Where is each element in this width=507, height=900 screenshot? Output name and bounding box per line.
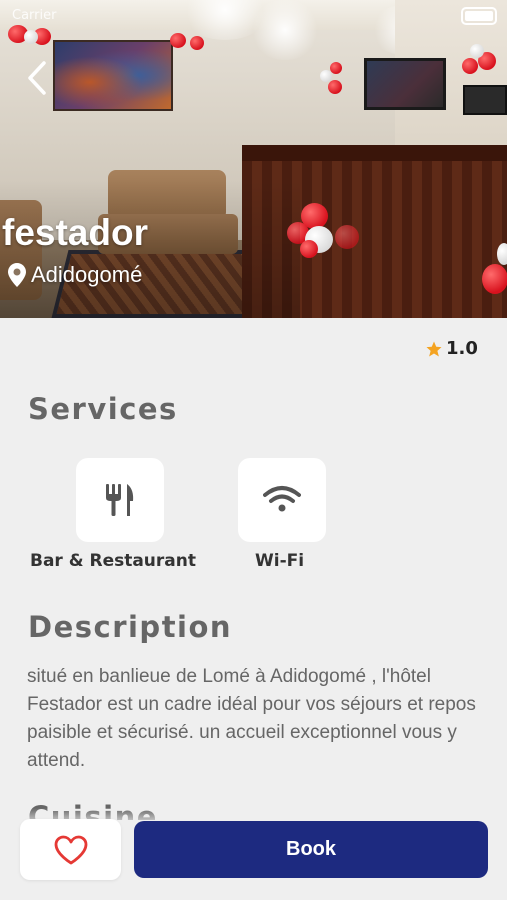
service-wifi[interactable]	[238, 458, 326, 542]
balloon	[328, 80, 342, 94]
status-carrier: Carrier	[12, 8, 57, 23]
hotel-rating: 1.0	[425, 338, 478, 359]
balloon	[300, 240, 318, 258]
hero-counter-top	[242, 145, 507, 161]
balloon	[330, 62, 342, 74]
fork-knife-icon	[106, 484, 134, 516]
balloon	[462, 58, 478, 74]
hero-panel	[463, 85, 507, 115]
back-button[interactable]	[22, 58, 52, 98]
hotel-location-label: Adidogomé	[31, 262, 143, 287]
balloon	[190, 36, 204, 50]
rating-value: 1.0	[446, 338, 478, 359]
service-label-wifi: Wi-Fi	[255, 551, 305, 571]
hero-tv	[364, 58, 446, 110]
description-text: situé en banlieue de Lomé à Adidogomé , …	[27, 666, 476, 771]
hotel-name: festador	[2, 212, 148, 253]
services-title: Services	[28, 392, 178, 426]
battery-fill	[465, 11, 493, 21]
hero-light	[250, 0, 320, 60]
balloon	[470, 44, 484, 58]
balloon	[497, 243, 507, 265]
service-label-bar-restaurant: Bar & Restaurant	[30, 551, 196, 571]
balloon	[335, 225, 359, 249]
hotel-location: Adidogomé	[8, 262, 142, 288]
service-bar-restaurant[interactable]	[76, 458, 164, 542]
book-button[interactable]: Book	[134, 821, 488, 878]
battery-icon	[461, 7, 497, 25]
star-icon	[426, 341, 442, 356]
balloon	[170, 33, 186, 48]
balloon	[24, 30, 38, 44]
heart-icon	[54, 835, 87, 864]
description-title: Description	[28, 610, 233, 644]
chevron-left-icon	[28, 61, 46, 95]
wifi-icon	[263, 486, 301, 512]
hero-painting	[53, 40, 173, 111]
favorite-button[interactable]	[20, 819, 121, 880]
location-pin-icon	[8, 263, 26, 287]
balloon	[482, 264, 507, 294]
